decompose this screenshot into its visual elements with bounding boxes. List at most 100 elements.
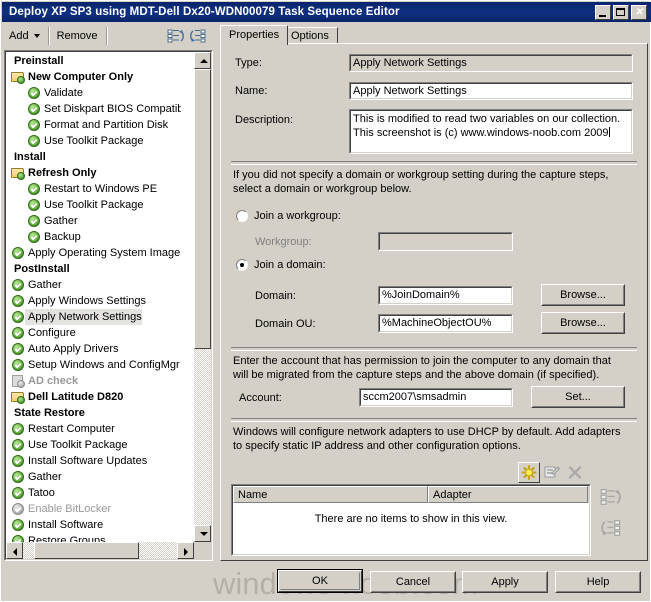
tree-item[interactable]: Preinstall bbox=[6, 53, 181, 69]
column-header-name[interactable]: Name bbox=[233, 486, 428, 503]
domain-ou-input[interactable]: %MachineObjectOU% bbox=[378, 314, 513, 333]
tree-item[interactable]: Use Toolkit Package bbox=[6, 133, 181, 149]
domain-intro-line-1: If you did not specify a domain or workg… bbox=[233, 169, 609, 181]
column-header-adapter[interactable]: Adapter bbox=[428, 486, 588, 503]
tree-item[interactable]: Refresh Only bbox=[6, 165, 181, 181]
green-check-icon bbox=[27, 198, 41, 212]
tab-properties[interactable]: Properties bbox=[220, 25, 289, 45]
hscroll-thumb[interactable] bbox=[34, 542, 139, 559]
domain-input[interactable]: %JoinDomain% bbox=[378, 286, 513, 305]
description-textarea[interactable]: This is modified to read two variables o… bbox=[349, 109, 633, 154]
tree-item[interactable]: Gather bbox=[6, 213, 181, 229]
tree-item[interactable]: PostInstall bbox=[6, 261, 181, 277]
tree-item-content: Setup Windows and ConfigMgr bbox=[6, 357, 180, 373]
tree-item[interactable]: Gather bbox=[6, 469, 181, 485]
scroll-down-button[interactable] bbox=[194, 525, 211, 542]
tree-item-label: Use Toolkit Package bbox=[28, 439, 128, 451]
tree-item[interactable]: Use Toolkit Package bbox=[6, 437, 181, 453]
tree-item-content: Apply Network Settings bbox=[6, 309, 142, 325]
tree-item[interactable]: Enable BitLocker bbox=[6, 501, 181, 517]
vscroll-thumb[interactable] bbox=[194, 69, 211, 349]
folder-icon bbox=[11, 70, 25, 84]
tree-item[interactable]: Use Toolkit Package bbox=[6, 197, 181, 213]
tree-item[interactable]: Restart Computer bbox=[6, 421, 181, 437]
domain-ou-browse-label: Browse... bbox=[560, 316, 606, 329]
tree-item-label: Set Diskpart BIOS Compatibi bbox=[44, 103, 181, 115]
delete-adapter-button bbox=[564, 462, 586, 483]
tree-vertical-scrollbar[interactable] bbox=[194, 52, 211, 542]
account-set-button[interactable]: Set... bbox=[531, 386, 625, 408]
tree-item-label: New Computer Only bbox=[28, 71, 134, 83]
minimize-icon bbox=[599, 14, 606, 17]
new-adapter-button[interactable] bbox=[518, 462, 540, 483]
account-input[interactable]: sccm2007\smsadmin bbox=[359, 388, 513, 407]
remove-button[interactable]: Remove bbox=[51, 26, 104, 46]
tree-item[interactable]: Validate bbox=[6, 85, 181, 101]
tree-item[interactable]: Install Software Updates bbox=[6, 453, 181, 469]
domain-ou-browse-button[interactable]: Browse... bbox=[541, 312, 625, 334]
tree-item-content: Preinstall bbox=[6, 53, 64, 69]
radio-join-workgroup[interactable]: Join a workgroup: bbox=[236, 210, 341, 222]
scroll-right-button[interactable] bbox=[177, 542, 194, 559]
green-check-icon bbox=[27, 214, 41, 228]
tree-item[interactable]: New Computer Only bbox=[6, 69, 181, 85]
divider-1 bbox=[231, 161, 637, 165]
tree-item[interactable]: Set Diskpart BIOS Compatibi bbox=[6, 101, 181, 117]
close-button[interactable]: ✕ bbox=[631, 4, 647, 20]
task-sequence-tree[interactable]: Preinstall New Computer Only Validate Set D… bbox=[6, 52, 181, 546]
tree-item[interactable]: Backup bbox=[6, 229, 181, 245]
tree-item[interactable]: State Restore bbox=[6, 405, 181, 421]
tree-item[interactable]: AD check bbox=[6, 373, 181, 389]
tree-item-label: Restart to Windows PE bbox=[44, 183, 158, 195]
tree-item[interactable]: Dell Latitude D820 bbox=[6, 389, 181, 405]
tree-item[interactable]: Install bbox=[6, 149, 181, 165]
tree-item[interactable]: Restart to Windows PE bbox=[6, 181, 181, 197]
add-button[interactable]: Add bbox=[3, 26, 46, 46]
cancel-button[interactable]: Cancel bbox=[370, 571, 456, 593]
tree-item-content: Install bbox=[6, 149, 46, 165]
adapter-list-view[interactable]: Name Adapter There are no items to show … bbox=[231, 484, 591, 556]
task-sequence-tree-panel: Preinstall New Computer Only Validate Set D… bbox=[4, 50, 213, 561]
scroll-up-button[interactable] bbox=[194, 52, 211, 69]
tree-item[interactable]: Apply Network Settings bbox=[6, 309, 181, 325]
tree-item[interactable]: Format and Partition Disk bbox=[6, 117, 181, 133]
apply-label: Apply bbox=[491, 575, 519, 588]
maximize-button[interactable] bbox=[613, 4, 629, 20]
tree-item[interactable]: Configure bbox=[6, 325, 181, 341]
tree-item[interactable]: Apply Windows Settings bbox=[6, 293, 181, 309]
domain-browse-button[interactable]: Browse... bbox=[541, 284, 625, 306]
green-check-icon bbox=[11, 358, 25, 372]
ok-button[interactable]: OK bbox=[277, 569, 363, 593]
tree-item-content: Refresh Only bbox=[6, 165, 96, 181]
tree-item-content: State Restore bbox=[6, 405, 85, 421]
name-input[interactable]: Apply Network Settings bbox=[349, 82, 633, 100]
chevron-down-icon bbox=[33, 34, 40, 38]
help-button[interactable]: Help bbox=[555, 571, 641, 593]
move-up-icon[interactable] bbox=[167, 27, 185, 45]
minimize-button[interactable] bbox=[595, 4, 611, 20]
adapter-list-empty-text: There are no items to show in this view. bbox=[314, 513, 508, 525]
domain-ou-value: %MachineObjectOU% bbox=[382, 317, 492, 329]
tree-item[interactable]: Auto Apply Drivers bbox=[6, 341, 181, 357]
tree-item[interactable]: Setup Windows and ConfigMgr bbox=[6, 357, 181, 373]
disabled-step-icon bbox=[11, 374, 25, 388]
domain-browse-label: Browse... bbox=[560, 288, 606, 301]
tree-item[interactable]: Gather bbox=[6, 277, 181, 293]
apply-button[interactable]: Apply bbox=[462, 571, 548, 593]
type-value: Apply Network Settings bbox=[353, 57, 467, 69]
radio-join-workgroup-label: Join a workgroup: bbox=[254, 210, 341, 222]
tree-item-content: Format and Partition Disk bbox=[6, 117, 168, 133]
scroll-left-button[interactable] bbox=[6, 542, 23, 559]
tree-item-label: Gather bbox=[44, 215, 78, 227]
radio-join-domain[interactable]: Join a domain: bbox=[236, 259, 326, 271]
tree-item[interactable]: Apply Operating System Image bbox=[6, 245, 181, 261]
tree-item-content: AD check bbox=[6, 373, 78, 389]
tree-item-content: Dell Latitude D820 bbox=[6, 389, 123, 405]
window-controls: ✕ bbox=[595, 4, 651, 20]
move-down-icon[interactable] bbox=[189, 27, 207, 45]
tree-item[interactable]: Install Software bbox=[6, 517, 181, 533]
tab-options[interactable]: Options bbox=[282, 27, 338, 44]
account-label: Account: bbox=[239, 392, 282, 404]
tree-horizontal-scrollbar[interactable] bbox=[6, 542, 194, 559]
tree-item[interactable]: Tatoo bbox=[6, 485, 181, 501]
